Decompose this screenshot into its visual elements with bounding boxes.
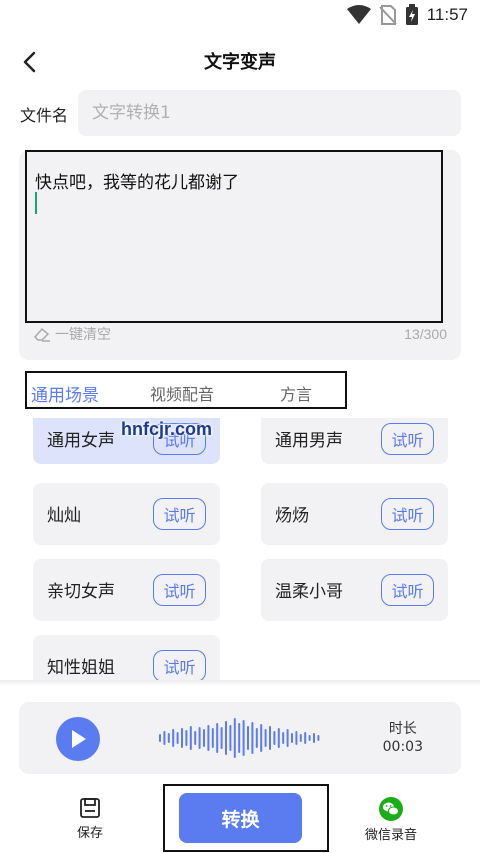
waveform-bar xyxy=(238,723,241,753)
convert-frame: 转换 xyxy=(163,784,329,852)
waveform-bar xyxy=(216,723,219,753)
duration-label: 时长 xyxy=(388,721,417,737)
waveform-bar xyxy=(194,731,197,745)
waveform-bar xyxy=(308,735,311,741)
waveform-bar xyxy=(172,729,175,747)
waveform-bar xyxy=(198,727,201,749)
text-input-area[interactable]: 快点吧，我等的花儿都谢了 xyxy=(25,150,443,323)
waveform-bar xyxy=(203,729,205,747)
char-count: 13/300 xyxy=(404,326,447,342)
tab-general-scene[interactable]: 通用场景 xyxy=(31,381,99,406)
filename-label: 文件名 xyxy=(20,106,69,125)
save-button[interactable]: 保存 xyxy=(70,796,110,841)
waveform-bar xyxy=(260,724,263,752)
voice-name: 灿灿 xyxy=(47,506,81,526)
text-caret xyxy=(35,192,37,214)
bottom-action-bar: 保存 转换 微信录音 xyxy=(0,784,480,853)
wechat-record-button[interactable]: 微信录音 xyxy=(355,796,427,843)
waveform-bar xyxy=(189,726,192,750)
waveform-bar xyxy=(167,733,170,743)
waveform-bar xyxy=(313,733,315,743)
voice-card[interactable]: 温柔小哥 试听 xyxy=(261,559,448,621)
duration: 时长 00:03 xyxy=(383,720,423,756)
voice-list: 通用女声 试听 通用男声 试听 灿灿 试听 炀炀 试听 亲切女声 试听 温柔小哥… xyxy=(0,418,480,680)
audio-player: 时长 00:03 xyxy=(19,702,461,774)
text-editor-card: 快点吧，我等的花儿都谢了 一键清空 13/300 xyxy=(19,150,461,360)
waveform-icon xyxy=(159,718,320,758)
waveform-bar xyxy=(273,731,276,745)
wechat-icon xyxy=(379,797,403,821)
voice-name: 知性姐姐 xyxy=(47,658,115,678)
voice-card[interactable]: 知性姐姐 试听 xyxy=(33,635,220,680)
waveform-bar xyxy=(317,735,320,741)
waveform-bar xyxy=(282,732,285,744)
clear-all-label: 一键清空 xyxy=(55,327,111,343)
waveform-bar xyxy=(211,728,214,748)
wechat-record-label: 微信录音 xyxy=(364,828,417,843)
status-time: 11:57 xyxy=(426,5,468,24)
text-content: 快点吧，我等的花儿都谢了 xyxy=(35,173,239,193)
try-listen-button[interactable]: 试听 xyxy=(153,574,206,606)
waveform-bar xyxy=(176,732,179,744)
voice-name: 通用男声 xyxy=(275,431,343,451)
tab-dialect[interactable]: 方言 xyxy=(280,381,312,405)
try-listen-button[interactable]: 试听 xyxy=(381,498,434,530)
try-listen-button[interactable]: 试听 xyxy=(153,498,206,530)
wifi-icon xyxy=(346,5,371,24)
voice-name: 温柔小哥 xyxy=(275,582,343,602)
filename-input[interactable] xyxy=(78,90,461,136)
voice-name: 炀炀 xyxy=(275,506,309,526)
waveform-bar xyxy=(181,728,183,748)
waveform-bar xyxy=(247,726,249,750)
no-sim-icon xyxy=(378,5,397,25)
voice-card[interactable]: 炀炀 试听 xyxy=(261,483,448,545)
battery-charging-icon xyxy=(405,4,418,25)
waveform-bar xyxy=(229,725,232,751)
waveform-bar xyxy=(304,732,307,744)
voice-name: 通用女声 xyxy=(47,431,115,451)
tab-video-dubbing[interactable]: 视频配音 xyxy=(150,381,214,405)
waveform-bar xyxy=(299,734,302,742)
waveform-bar xyxy=(286,729,289,747)
waveform-bar xyxy=(207,725,210,751)
try-listen-button[interactable]: 试听 xyxy=(381,423,434,455)
waveform-bar xyxy=(295,731,298,745)
eraser-icon xyxy=(33,327,50,342)
waveform-bar xyxy=(225,721,227,755)
waveform-bar xyxy=(163,731,166,745)
watermark-text: hnfcjr.com xyxy=(121,419,213,439)
clear-all-button[interactable]: 一键清空 xyxy=(33,324,111,344)
waveform-bar xyxy=(185,730,188,746)
waveform-bar xyxy=(242,720,245,756)
status-icons: 11:57 xyxy=(346,4,468,26)
header: 文字变声 xyxy=(0,40,480,82)
waveform-bar xyxy=(277,728,280,748)
voice-card[interactable]: 灿灿 试听 xyxy=(33,483,220,545)
waveform-bar xyxy=(233,718,236,758)
save-label: 保存 xyxy=(76,826,103,841)
filename-row: 文件名 xyxy=(20,90,461,136)
try-listen-button[interactable]: 试听 xyxy=(153,650,206,680)
waveform-bar xyxy=(251,722,254,754)
divider xyxy=(0,680,480,686)
try-listen-button[interactable]: 试听 xyxy=(381,574,434,606)
waveform-bar xyxy=(264,729,267,747)
voice-card[interactable]: 亲切女声 试听 xyxy=(33,559,220,621)
save-icon xyxy=(80,798,100,818)
waveform-bar xyxy=(159,734,161,742)
play-icon xyxy=(72,730,86,748)
page-title: 文字变声 xyxy=(204,52,276,73)
voice-card[interactable]: 通用男声 试听 xyxy=(261,418,448,464)
play-button[interactable] xyxy=(56,717,100,761)
waveform-bar xyxy=(291,733,293,743)
voice-name: 亲切女声 xyxy=(47,582,115,602)
voice-category-tabs: 通用场景 视频配音 方言 xyxy=(25,371,347,409)
waveform-bar xyxy=(220,727,223,749)
waveform-bar xyxy=(269,726,271,750)
convert-button[interactable]: 转换 xyxy=(179,793,302,843)
duration-value: 00:03 xyxy=(382,739,423,755)
waveform-bar xyxy=(255,728,258,748)
status-bar: 11:57 xyxy=(0,0,480,34)
